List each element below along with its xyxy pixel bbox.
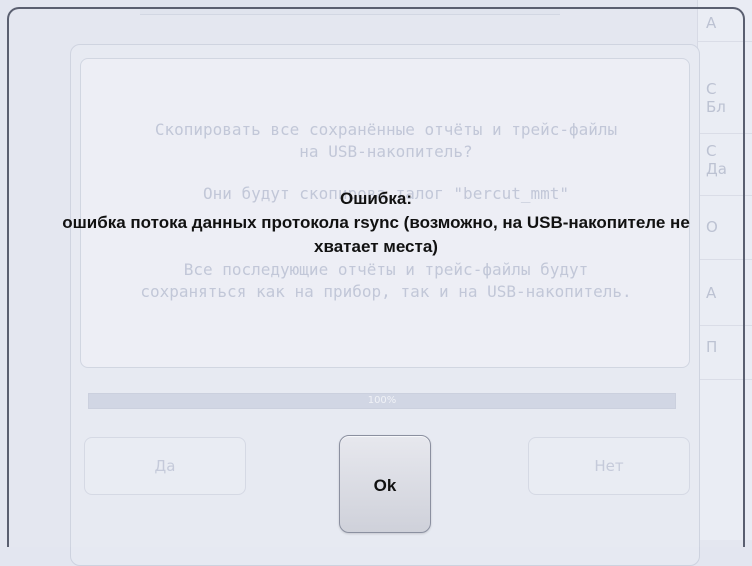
error-message: ошибка потока данных протокола rsync (во… bbox=[62, 213, 690, 256]
error-title: Ошибка: bbox=[340, 189, 412, 208]
ok-button[interactable]: Ok bbox=[339, 435, 431, 533]
